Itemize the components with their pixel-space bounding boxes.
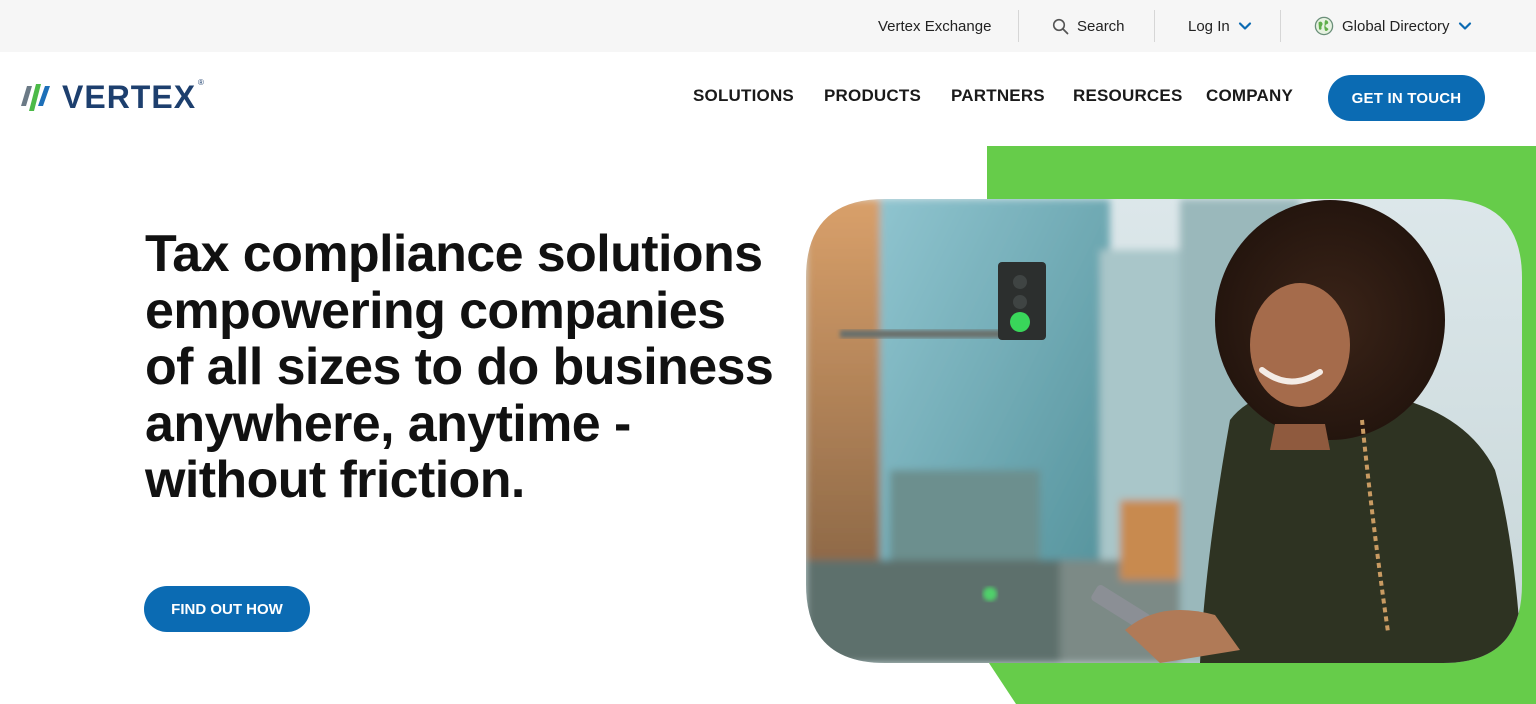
vertex-logo[interactable]: VERTEX ® xyxy=(18,78,204,116)
find-out-how-label: FIND OUT HOW xyxy=(171,600,283,618)
chevron-down-icon xyxy=(1238,22,1251,30)
search-link[interactable]: Search xyxy=(1052,0,1125,52)
divider xyxy=(1018,10,1019,42)
divider xyxy=(1280,10,1281,42)
nav-partners[interactable]: PARTNERS xyxy=(951,86,1045,106)
search-label: Search xyxy=(1077,17,1125,35)
chevron-down-icon xyxy=(1458,22,1471,30)
vertex-exchange-label: Vertex Exchange xyxy=(878,17,992,35)
registered-mark: ® xyxy=(198,78,204,87)
global-directory-dropdown[interactable]: Global Directory xyxy=(1314,0,1472,52)
vertex-exchange-link[interactable]: Vertex Exchange xyxy=(878,0,991,52)
globe-icon xyxy=(1314,16,1334,36)
get-in-touch-button[interactable]: GET IN TOUCH xyxy=(1328,75,1485,121)
get-in-touch-label: GET IN TOUCH xyxy=(1351,89,1462,107)
nav-company[interactable]: COMPANY xyxy=(1206,86,1293,106)
global-directory-label: Global Directory xyxy=(1342,17,1450,35)
nav-products[interactable]: PRODUCTS xyxy=(824,86,921,106)
main-header: VERTEX ® SOLUTIONS PRODUCTS PARTNERS RES… xyxy=(0,52,1536,144)
login-label: Log In xyxy=(1188,17,1230,35)
search-icon xyxy=(1052,18,1069,34)
hero-headline: Tax compliance solutions empowering comp… xyxy=(145,225,774,509)
utility-bar: Vertex Exchange Search Log In Global Dir… xyxy=(0,0,1536,52)
nav-resources[interactable]: RESOURCES xyxy=(1073,86,1183,106)
divider xyxy=(1154,10,1155,42)
nav-solutions[interactable]: SOLUTIONS xyxy=(693,86,794,106)
login-dropdown[interactable]: Log In xyxy=(1188,0,1252,52)
find-out-how-button[interactable]: FIND OUT HOW xyxy=(144,586,310,632)
logo-wordmark: VERTEX xyxy=(62,79,197,115)
vertex-logo-icon xyxy=(21,84,50,111)
